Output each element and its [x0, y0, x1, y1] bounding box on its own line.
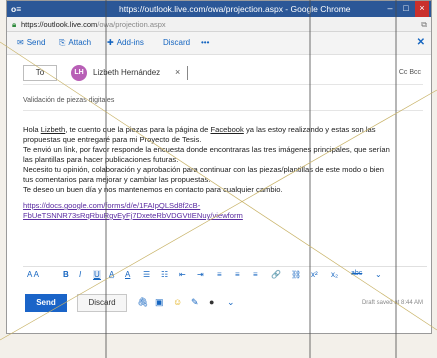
body-line: Necesito tu opinión, colaboración y apro… [23, 165, 384, 174]
body-line: Te envió un link, por favor responde la … [23, 145, 390, 154]
lock-icon: 🔒︎ [12, 20, 17, 29]
browser-window: o≡ https://outlook.live.com/owa/projecti… [6, 0, 432, 334]
recipient-name[interactable]: Lizbeth Hernández [93, 68, 160, 77]
font-color-button[interactable]: A [125, 270, 130, 279]
maximize-button[interactable]: □ [399, 1, 413, 17]
window-titlebar: o≡ https://outlook.live.com/owa/projecti… [7, 1, 431, 17]
remove-link-button[interactable]: ⛓ [291, 270, 301, 279]
align-left-button[interactable]: ≡ [217, 270, 222, 279]
formatting-toolbar: A A B I U A̲ A ☰ ☷ ⇤ ⇥ ≡ ≡ ≡ 🔗 ⛓ x² x₂ a… [23, 266, 427, 284]
superscript-button[interactable]: x² [311, 270, 318, 279]
facebook-mention: Facebook [210, 125, 244, 134]
signature-icon[interactable]: ✎ [191, 297, 199, 308]
close-compose-icon[interactable]: ✕ [417, 37, 425, 48]
avatar: LH [71, 65, 87, 81]
insert-image-icon[interactable]: ▣ [155, 297, 164, 308]
body-line: las plantillas para hacer publicaciones … [23, 155, 179, 164]
close-window-button[interactable]: × [415, 1, 429, 17]
cc-bcc-link[interactable]: Cc Bcc [399, 69, 421, 76]
insert-link-button[interactable]: 🔗 [271, 270, 281, 279]
underline-button[interactable]: U [93, 270, 101, 280]
numbering-button[interactable]: ☷ [161, 270, 168, 279]
align-right-button[interactable]: ≡ [253, 270, 258, 279]
send-button[interactable]: Send [25, 294, 67, 312]
toolbar-addins-button[interactable]: ✚ Add-ins [107, 38, 144, 47]
toolbar-discard-button[interactable]: Discard [163, 38, 190, 47]
to-row: To LH Lizbeth Hernández × Cc Bcc [23, 63, 423, 85]
subject-field[interactable]: Validación de piezas digitales [23, 97, 423, 111]
body-line: Te deseo un buen día y nos mantenemos en… [23, 185, 283, 194]
align-center-button[interactable]: ≡ [235, 270, 240, 279]
more-formatting-button[interactable]: ⌄ [375, 270, 382, 279]
window-title: https://outlook.live.com/owa/projection.… [119, 4, 351, 14]
send-icon: ✉ [17, 38, 24, 47]
bullets-button[interactable]: ☰ [143, 270, 150, 279]
compose-actions: Send Discard 🖇 ▣ ☺ ✎ ● ⌄ Draft saved at … [7, 291, 431, 315]
indent-button[interactable]: ⇥ [197, 270, 204, 279]
recipient-mention: Lizbeth [40, 125, 66, 134]
outlook-app-icon: o≡ [11, 4, 22, 14]
extension-icon[interactable]: ⧉ [421, 17, 427, 32]
remove-recipient-icon[interactable]: × [175, 67, 180, 77]
attach-icon[interactable]: 🖇 [137, 297, 148, 308]
minimize-button[interactable]: – [383, 1, 397, 17]
toolbar-attach-button[interactable]: ⎘ Attach [59, 38, 91, 48]
text-cursor [187, 66, 188, 80]
message-body[interactable]: Hola Lizbeth, te cuento que la piezas pa… [23, 125, 425, 221]
bold-button[interactable]: B [63, 270, 69, 279]
strikethrough-button[interactable]: abc [351, 270, 362, 277]
italic-button[interactable]: I [79, 270, 81, 279]
address-bar[interactable]: 🔒︎ https://outlook.live.com/owa/projecti… [7, 17, 431, 32]
form-link-continued[interactable]: FbUeTSNNR73sRqRbuRgvEyFj7DxeteRbVDGVtIEN… [23, 211, 425, 221]
body-line: tus comentarios para mejorar y cambiar l… [23, 175, 211, 184]
url-text[interactable]: https://outlook.live.com/owa/projection.… [21, 17, 166, 32]
compose-toolbar: ✉ Send ⎘ Attach ✚ Add-ins Discard ••• ✕ [7, 32, 431, 55]
to-button[interactable]: To [23, 65, 57, 81]
toolbar-send-button[interactable]: ✉ Send [17, 38, 45, 47]
font-size-button[interactable]: A A [27, 270, 39, 279]
paperclip-icon: ⎘ [59, 38, 66, 47]
emoji-icon[interactable]: ☺ [173, 297, 182, 307]
body-line: propuestas que entregaré para mi Proyect… [23, 135, 202, 144]
highlight-button[interactable]: A̲ [109, 270, 114, 279]
draft-status: Draft saved at 8:44 AM [361, 300, 423, 306]
discard-button[interactable]: Discard [77, 294, 127, 312]
form-link[interactable]: https://docs.google.com/forms/d/e/1FAIpQ… [23, 201, 425, 211]
outdent-button[interactable]: ⇤ [179, 270, 186, 279]
body-line: Hola Lizbeth, te cuento que la piezas pa… [23, 125, 376, 134]
puzzle-icon: ✚ [107, 38, 114, 47]
subscript-button[interactable]: x₂ [331, 270, 338, 279]
toolbar-more-button[interactable]: ••• [201, 38, 209, 47]
addin-icon[interactable]: ● [209, 297, 214, 307]
more-options-icon[interactable]: ⌄ [227, 297, 235, 308]
